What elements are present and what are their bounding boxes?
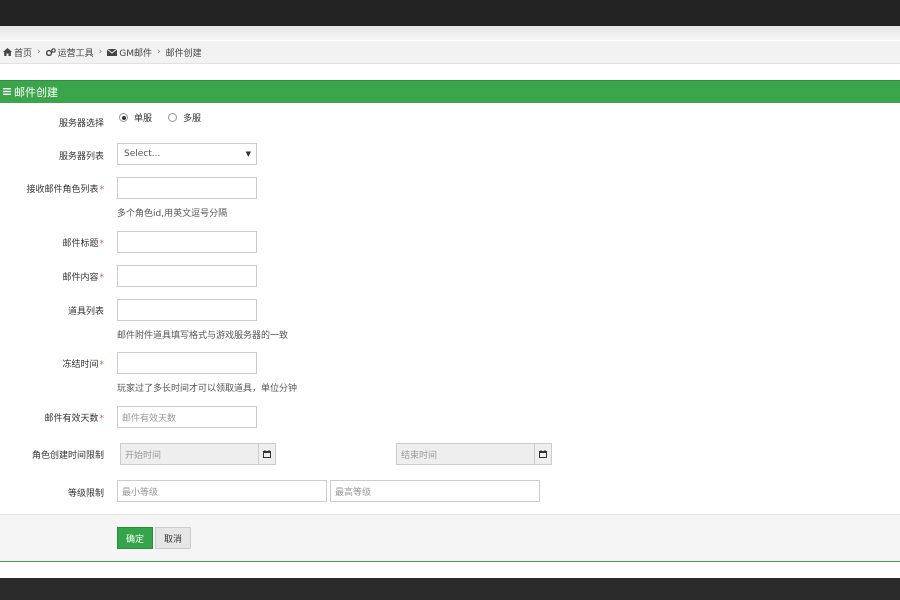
- max-level-placeholder: 最高等级: [335, 487, 372, 498]
- recipients-input[interactable]: [117, 177, 257, 199]
- breadcrumb-gm-mail-label: GM邮件: [119, 48, 152, 59]
- end-time-input[interactable]: 结束时间: [396, 443, 535, 465]
- server-list-label: 服务器列表: [58, 152, 104, 162]
- mail-title-label: 邮件标题*: [62, 239, 104, 249]
- breadcrumb-tools[interactable]: 运营工具: [45, 46, 94, 59]
- breadcrumb-tools-label: 运营工具: [57, 48, 94, 59]
- top-navbar: [0, 0, 900, 26]
- freeze-time-help: 玩家过了多长时间才可以领取道具，单位分钟: [117, 384, 298, 394]
- radio-unchecked-icon: [168, 113, 178, 122]
- end-time-calendar-button[interactable]: [534, 443, 552, 465]
- breadcrumb-home-label: 首页: [14, 48, 33, 59]
- start-time-placeholder: 开始时间: [125, 450, 162, 461]
- menu-icon: [3, 88, 11, 95]
- breadcrumb: 首页 › 运营工具 › GM邮件 › 邮件创建: [0, 41, 900, 64]
- server-select-radio-group: 单服 多服: [119, 111, 217, 124]
- panel-divider: [0, 102, 900, 103]
- max-level-input[interactable]: 最高等级: [330, 480, 540, 502]
- freeze-time-label: 冻结时间*: [62, 360, 104, 370]
- gears-icon: [45, 48, 56, 56]
- calendar-icon: [263, 450, 271, 458]
- server-list-select[interactable]: Select... ▼: [117, 143, 257, 165]
- items-label: 道具列表: [67, 307, 104, 317]
- breadcrumb-current: 邮件创建: [165, 48, 202, 59]
- recipients-help: 多个角色id,用英文逗号分隔: [117, 209, 228, 219]
- home-icon: [3, 48, 12, 56]
- mail-content-label: 邮件内容*: [62, 273, 104, 283]
- caret-down-icon: ▼: [245, 150, 251, 158]
- chevron-right-icon: ›: [157, 47, 161, 57]
- server-list-value: Select...: [124, 149, 161, 159]
- radio-single-server-label: 单服: [134, 114, 153, 124]
- level-limit-label: 等级限制: [67, 489, 104, 499]
- calendar-icon: [539, 450, 547, 458]
- breadcrumb-home[interactable]: 首页: [3, 46, 32, 59]
- cancel-button[interactable]: 取消: [155, 527, 191, 549]
- valid-days-label: 邮件有效天数*: [44, 414, 104, 424]
- bottom-bar: [0, 578, 900, 600]
- radio-multi-server[interactable]: 多服: [168, 111, 201, 124]
- items-help: 邮件附件道具填写格式与游戏服务器的一致: [117, 331, 289, 341]
- min-level-placeholder: 最小等级: [122, 487, 159, 498]
- radio-multi-server-label: 多服: [183, 114, 202, 124]
- top-shadow: [0, 26, 900, 40]
- valid-days-placeholder: 邮件有效天数: [122, 413, 177, 424]
- breadcrumb-gm-mail[interactable]: GM邮件: [107, 46, 152, 59]
- recipients-label: 接收邮件角色列表*: [26, 185, 104, 195]
- min-level-input[interactable]: 最小等级: [117, 480, 327, 502]
- valid-days-input[interactable]: 邮件有效天数: [117, 406, 257, 428]
- items-input[interactable]: [117, 299, 257, 321]
- start-time-calendar-button[interactable]: [258, 443, 276, 465]
- role-create-limit-label: 角色创建时间限制: [31, 451, 104, 461]
- server-select-label: 服务器选择: [58, 119, 104, 129]
- envelope-icon: [107, 48, 118, 56]
- panel-header: 邮件创建: [0, 80, 900, 102]
- start-time-input[interactable]: 开始时间: [120, 443, 259, 465]
- chevron-right-icon: ›: [37, 47, 41, 57]
- chevron-right-icon: ›: [98, 47, 103, 57]
- radio-single-server[interactable]: 单服: [119, 111, 152, 124]
- end-time-placeholder: 结束时间: [401, 450, 438, 461]
- radio-checked-icon: [119, 113, 128, 122]
- panel-title: 邮件创建: [14, 85, 58, 99]
- mail-content-input[interactable]: [117, 265, 257, 287]
- freeze-time-input[interactable]: [117, 352, 257, 374]
- ok-button[interactable]: 确定: [117, 527, 153, 549]
- mail-title-input[interactable]: [117, 231, 257, 253]
